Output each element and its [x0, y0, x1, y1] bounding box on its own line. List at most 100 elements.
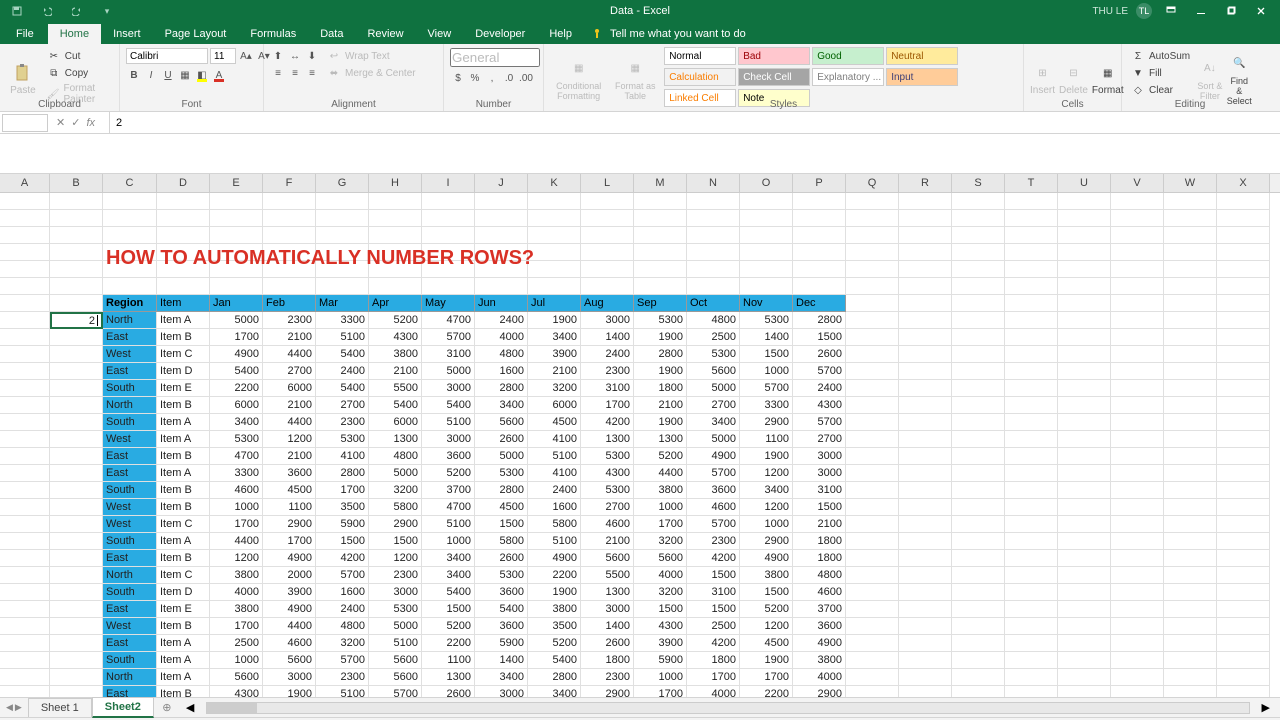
cell-r15-c23[interactable]: [1217, 448, 1270, 465]
col-header-W[interactable]: W: [1164, 174, 1217, 192]
cell-r28-c9[interactable]: 3400: [475, 669, 528, 686]
cell-r28-c19[interactable]: [1005, 669, 1058, 686]
cell-r5-c18[interactable]: [952, 278, 1005, 295]
cell-r9-c23[interactable]: [1217, 346, 1270, 363]
cell-r10-c15[interactable]: 5700: [793, 363, 846, 380]
cell-r6-c21[interactable]: [1111, 295, 1164, 312]
cell-r1-c11[interactable]: [581, 210, 634, 227]
cell-r5-c5[interactable]: [263, 278, 316, 295]
cell-r27-c4[interactable]: 1000: [210, 652, 263, 669]
cell-r11-c1[interactable]: [50, 380, 103, 397]
cell-r21-c19[interactable]: [1005, 550, 1058, 567]
cell-r15-c18[interactable]: [952, 448, 1005, 465]
cell-r14-c15[interactable]: 2700: [793, 431, 846, 448]
cell-r16-c5[interactable]: 3600: [263, 465, 316, 482]
cell-r19-c15[interactable]: 2100: [793, 516, 846, 533]
cell-r14-c0[interactable]: [0, 431, 50, 448]
cell-r26-c7[interactable]: 5100: [369, 635, 422, 652]
cell-r22-c11[interactable]: 5500: [581, 567, 634, 584]
cell-r17-c5[interactable]: 4500: [263, 482, 316, 499]
cell-r16-c19[interactable]: [1005, 465, 1058, 482]
cell-r2-c13[interactable]: [687, 227, 740, 244]
cell-r26-c22[interactable]: [1164, 635, 1217, 652]
cell-r11-c4[interactable]: 2200: [210, 380, 263, 397]
cell-r24-c19[interactable]: [1005, 601, 1058, 618]
cell-r0-c17[interactable]: [899, 193, 952, 210]
cell-r19-c2[interactable]: West: [103, 516, 157, 533]
tab-developer[interactable]: Developer: [463, 24, 537, 44]
cell-r8-c13[interactable]: 2500: [687, 329, 740, 346]
cell-r5-c6[interactable]: [316, 278, 369, 295]
font-name-input[interactable]: [126, 48, 208, 64]
cell-r15-c1[interactable]: [50, 448, 103, 465]
cell-r10-c1[interactable]: [50, 363, 103, 380]
cell-r25-c8[interactable]: 5200: [422, 618, 475, 635]
cell-r5-c22[interactable]: [1164, 278, 1217, 295]
cell-r13-c8[interactable]: 5100: [422, 414, 475, 431]
cell-r24-c10[interactable]: 3800: [528, 601, 581, 618]
cell-r21-c11[interactable]: 5600: [581, 550, 634, 567]
cell-r18-c1[interactable]: [50, 499, 103, 516]
cell-r25-c1[interactable]: [50, 618, 103, 635]
cell-r21-c10[interactable]: 4900: [528, 550, 581, 567]
cell-r2-c16[interactable]: [846, 227, 899, 244]
cell-r25-c5[interactable]: 4400: [263, 618, 316, 635]
cell-r15-c5[interactable]: 2100: [263, 448, 316, 465]
worksheet-grid[interactable]: HOW TO AUTOMATICALLY NUMBER ROWS?RegionI…: [0, 193, 1280, 697]
cell-r21-c6[interactable]: 4200: [316, 550, 369, 567]
cell-r23-c16[interactable]: [846, 584, 899, 601]
cell-r11-c9[interactable]: 2800: [475, 380, 528, 397]
cell-r19-c23[interactable]: [1217, 516, 1270, 533]
cell-r12-c2[interactable]: North: [103, 397, 157, 414]
cell-r18-c19[interactable]: [1005, 499, 1058, 516]
col-header-F[interactable]: F: [263, 174, 316, 192]
cell-r20-c20[interactable]: [1058, 533, 1111, 550]
cell-r25-c10[interactable]: 3500: [528, 618, 581, 635]
cell-r21-c16[interactable]: [846, 550, 899, 567]
cell-r11-c0[interactable]: [0, 380, 50, 397]
cell-r17-c10[interactable]: 2400: [528, 482, 581, 499]
cell-r16-c14[interactable]: 1200: [740, 465, 793, 482]
cell-r19-c12[interactable]: 1700: [634, 516, 687, 533]
tab-home[interactable]: Home: [48, 24, 101, 44]
cell-r7-c4[interactable]: 5000: [210, 312, 263, 329]
cell-r12-c16[interactable]: [846, 397, 899, 414]
cell-r13-c6[interactable]: 2300: [316, 414, 369, 431]
cell-r8-c16[interactable]: [846, 329, 899, 346]
col-header-L[interactable]: L: [581, 174, 634, 192]
cell-r14-c17[interactable]: [899, 431, 952, 448]
cell-r0-c15[interactable]: [793, 193, 846, 210]
cell-r11-c5[interactable]: 6000: [263, 380, 316, 397]
cell-r14-c3[interactable]: Item A: [157, 431, 210, 448]
cell-r2-c6[interactable]: [316, 227, 369, 244]
cell-r15-c22[interactable]: [1164, 448, 1217, 465]
number-format-input[interactable]: [450, 48, 540, 67]
cell-r19-c20[interactable]: [1058, 516, 1111, 533]
cell-r9-c5[interactable]: 4400: [263, 346, 316, 363]
cell-r23-c11[interactable]: 1300: [581, 584, 634, 601]
cell-r9-c8[interactable]: 3100: [422, 346, 475, 363]
cell-r2-c11[interactable]: [581, 227, 634, 244]
cell-r1-c0[interactable]: [0, 210, 50, 227]
cell-r5-c19[interactable]: [1005, 278, 1058, 295]
cell-r14-c22[interactable]: [1164, 431, 1217, 448]
user-avatar[interactable]: TL: [1136, 3, 1152, 19]
cell-r1-c18[interactable]: [952, 210, 1005, 227]
cell-r6-c12[interactable]: Sep: [634, 295, 687, 312]
cell-r20-c11[interactable]: 2100: [581, 533, 634, 550]
cell-r28-c13[interactable]: 1700: [687, 669, 740, 686]
tab-data[interactable]: Data: [308, 24, 355, 44]
cell-r10-c19[interactable]: [1005, 363, 1058, 380]
cell-r27-c3[interactable]: Item A: [157, 652, 210, 669]
cell-r18-c7[interactable]: 5800: [369, 499, 422, 516]
cell-r11-c10[interactable]: 3200: [528, 380, 581, 397]
cell-r22-c20[interactable]: [1058, 567, 1111, 584]
cell-r7-c8[interactable]: 4700: [422, 312, 475, 329]
cell-r4-c0[interactable]: [0, 261, 50, 278]
cell-r6-c7[interactable]: Apr: [369, 295, 422, 312]
cell-r12-c17[interactable]: [899, 397, 952, 414]
cell-r28-c1[interactable]: [50, 669, 103, 686]
cell-r28-c14[interactable]: 1700: [740, 669, 793, 686]
cell-r28-c6[interactable]: 2300: [316, 669, 369, 686]
bold-button[interactable]: B: [126, 67, 142, 83]
